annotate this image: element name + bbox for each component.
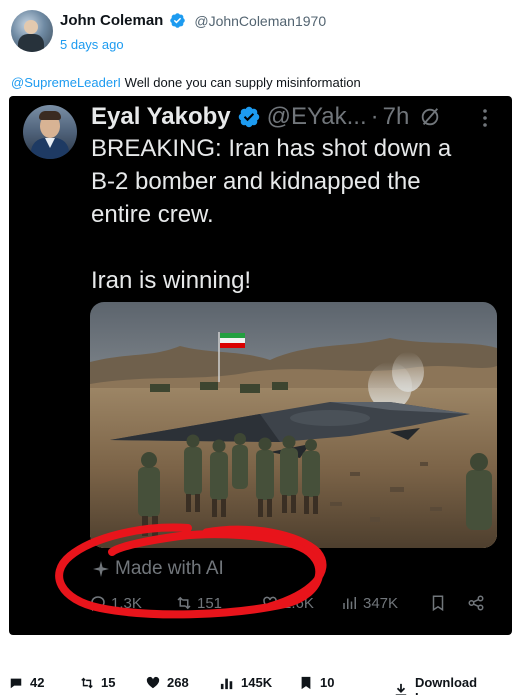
like-icon [263, 596, 277, 610]
bookmark-icon [432, 595, 444, 612]
embedded-timestamp: 7h [382, 103, 410, 130]
repost-count: 15 [101, 675, 116, 690]
views-icon [220, 678, 233, 689]
tweet-photo [90, 302, 497, 548]
author-handle[interactable]: @JohnColeman1970 [194, 13, 326, 29]
share-icon [468, 595, 484, 611]
reply-count-value: 1.3K [111, 594, 142, 612]
bottom-stats-bar: 42 15 268 145K 10 Download Image [0, 665, 518, 695]
grok-icon [422, 108, 439, 126]
view-count-value: 347K [363, 594, 399, 612]
bookmark-icon [301, 676, 311, 689]
like-count: 268 [167, 675, 189, 690]
verified-badge-icon [238, 106, 259, 128]
tweet-line: Iran is winning! [91, 267, 252, 294]
embedded-author-handle: @EYak... [266, 103, 367, 130]
bookmark-count: 10 [320, 675, 335, 690]
more-icon [483, 109, 487, 127]
comment-icon [10, 678, 22, 688]
repost-icon [177, 596, 191, 610]
comment-count: 42 [30, 675, 45, 690]
tweet-line: entire crew. [91, 201, 214, 228]
bookmark-button[interactable]: 10 [299, 675, 334, 690]
like-button[interactable]: 268 [146, 675, 189, 690]
embedded-author-row: Eyal Yakoby @EYak... · 7h [91, 100, 501, 134]
mention-link[interactable]: @SupremeLeaderI [11, 75, 121, 90]
like-count: 1.6K [261, 594, 314, 612]
made-with-ai-text: Made with AI [115, 558, 224, 579]
comment-button[interactable]: 42 [9, 675, 44, 690]
view-count: 347K [341, 594, 398, 612]
download-icon [395, 683, 407, 695]
reply-text: @SupremeLeaderI Well done you can supply… [11, 75, 361, 90]
reply-body: Well done you can supply misinformation [121, 75, 361, 90]
embedded-avatar [23, 105, 77, 159]
download-image-button[interactable]: Download Image [394, 675, 518, 695]
embedded-action-bar: 1.3K 151 1.6K 347K [89, 594, 499, 618]
like-icon [146, 676, 160, 688]
reply-count: 1.3K [89, 594, 142, 612]
repost-icon [81, 677, 93, 688]
repost-count: 151 [175, 594, 222, 612]
repost-count-value: 151 [197, 594, 223, 612]
outer-post-header: John Coleman @JohnColeman1970 5 days ago [8, 6, 508, 60]
embedded-tweet-text: BREAKING: Iran has shot down a B-2 bombe… [91, 132, 501, 297]
views-icon [343, 597, 356, 609]
repost-button[interactable]: 15 [80, 675, 115, 690]
made-with-ai-label: Made with AI [93, 558, 224, 580]
tweet-line: B-2 bomber and kidnapped the [91, 168, 421, 195]
separator-dot: · [370, 103, 379, 130]
reply-icon [91, 596, 105, 612]
tweet-line: BREAKING: Iran has shot down a [91, 135, 452, 162]
sparkle-icon [93, 561, 109, 577]
avatar[interactable] [11, 10, 53, 52]
verified-badge-icon [170, 13, 186, 28]
like-count-value: 1.6K [283, 594, 314, 612]
embedded-tweet-image[interactable]: Eyal Yakoby @EYak... · 7h BREAKING: Iran… [9, 96, 512, 635]
author-row: John Coleman @JohnColeman1970 [60, 12, 326, 29]
views-count: 145K [241, 675, 273, 690]
embedded-author-name: Eyal Yakoby [91, 103, 231, 130]
download-image-label: Download Image [414, 675, 478, 695]
views-button[interactable]: 145K [220, 675, 272, 690]
post-timestamp[interactable]: 5 days ago [60, 37, 124, 52]
author-name[interactable]: John Coleman [60, 12, 163, 29]
